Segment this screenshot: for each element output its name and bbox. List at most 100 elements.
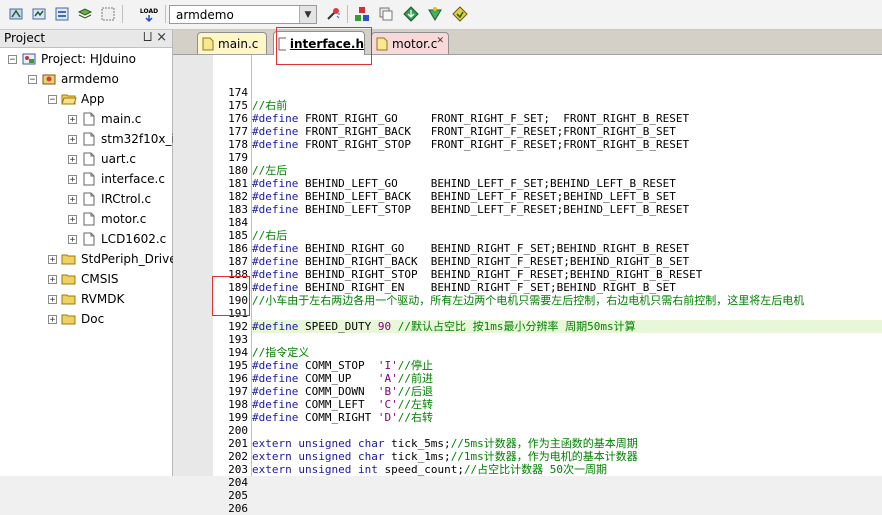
pack-installer-icon[interactable] (425, 4, 445, 24)
line-number: 195 (228, 359, 248, 372)
tree-item-label: interface.c (101, 172, 165, 186)
code-token: //右后 (252, 229, 288, 242)
code-token: 90 (377, 320, 392, 333)
line-number: 192 (228, 320, 248, 333)
batch-build-icon[interactable] (52, 4, 72, 24)
tree-item[interactable]: + CMSIS (48, 270, 119, 288)
translate-icon[interactable] (98, 4, 118, 24)
code-token: //默认占空比 按1ms最小分辨率 周期50ms计算 (397, 320, 636, 333)
code-token: COMM_DOWN (298, 385, 378, 398)
tab-main-c[interactable]: main.c (197, 32, 267, 54)
collapse-icon[interactable]: − (28, 74, 37, 84)
close-icon[interactable]: ✕ (436, 36, 444, 46)
build-icon[interactable] (6, 4, 26, 24)
tree-item-label: RVMDK (81, 292, 125, 306)
code-token: #define (252, 112, 299, 125)
expand-icon[interactable]: + (48, 314, 57, 324)
tree-item-label: stm32f10x_i (101, 132, 175, 146)
expand-icon[interactable]: + (48, 294, 57, 304)
diamond-icon[interactable] (401, 4, 421, 24)
code-token: #define (252, 177, 299, 190)
line-number: 184 (228, 216, 248, 229)
code-line: #define BEHIND_RIGHT_EN BEHIND_RIGHT_F_S… (252, 281, 676, 294)
pin-icon[interactable]: ⨆ (143, 30, 152, 44)
expand-icon[interactable]: + (68, 174, 77, 184)
tree-item[interactable]: + interface.c (68, 170, 165, 188)
line-numbers: 174 175 176 177 178 179 180 181 182 183 184 185 186 1… (213, 55, 252, 515)
tree-item[interactable]: + IRCtrol.c (68, 190, 151, 208)
load-button[interactable]: LOAD (137, 4, 161, 24)
stack-icon[interactable] (75, 4, 95, 24)
tree-item[interactable]: + stm32f10x_i (68, 130, 175, 148)
target-options-icon[interactable] (323, 4, 343, 24)
code-token: //右前 (252, 99, 288, 112)
file-icon (376, 37, 388, 50)
tree-item[interactable]: + motor.c (68, 210, 146, 228)
code-token: tick_1ms; (384, 450, 451, 463)
file-icon (81, 172, 97, 186)
code-line: #define COMM_DOWN 'B'//后退 (252, 385, 433, 398)
chevron-down-icon[interactable]: ▼ (299, 6, 316, 23)
line-number: 186 (228, 242, 248, 255)
collapse-icon[interactable]: − (48, 94, 57, 104)
target-select[interactable]: armdemo ▼ (169, 5, 317, 24)
code-token: #define (252, 138, 299, 151)
expand-icon[interactable]: + (48, 274, 57, 284)
code-token: #define (252, 372, 299, 385)
code-token: //左转 (397, 398, 433, 411)
code-line: #define COMM_RIGHT 'D'//右转 (252, 411, 433, 424)
collapse-icon[interactable]: − (8, 54, 17, 64)
tree-item[interactable]: + RVMDK (48, 290, 124, 308)
manage-components-icon[interactable] (352, 4, 372, 24)
tree-item[interactable]: − armdemo (28, 70, 119, 88)
rebuild-icon[interactable] (29, 4, 49, 24)
expand-icon[interactable]: + (68, 154, 77, 164)
code-token: #define (252, 320, 299, 333)
code-line: extern unsigned int speed_count;//占空比计数器… (252, 463, 607, 476)
line-number: 188 (228, 268, 248, 281)
code-line: #define SPEED_DUTY 90 //默认占空比 按1ms最小分辨率 … (252, 320, 882, 333)
tree-item[interactable]: − Project: HJduino (8, 50, 136, 68)
code-token: //1ms计数器，作为电机的基本计数器 (450, 450, 638, 463)
file-icon (81, 212, 97, 226)
code-line: #define COMM_UP 'A'//前进 (252, 372, 433, 385)
code-line: #define FRONT_RIGHT_STOP FRONT_RIGHT_F_R… (252, 138, 689, 151)
expand-icon[interactable]: + (68, 194, 77, 204)
line-number: 199 (228, 411, 248, 424)
expand-icon[interactable]: + (68, 234, 77, 244)
code-token: BEHIND_RIGHT_GO BEHIND_RIGHT_F_SET;BEHIN… (298, 242, 690, 255)
close-icon[interactable]: × (156, 30, 167, 45)
tree-item[interactable]: + main.c (68, 110, 141, 128)
line-number: 187 (228, 255, 248, 268)
code-token: #define (252, 242, 299, 255)
file-extensions-icon[interactable] (376, 4, 396, 24)
tab-interface-h[interactable]: interface.h (273, 31, 365, 55)
select-packs-icon[interactable] (450, 4, 470, 24)
tree-item[interactable]: + StdPeriph_Drive (48, 250, 177, 268)
tree-item[interactable]: − App (48, 90, 104, 108)
tree-item[interactable]: + uart.c (68, 150, 136, 168)
expand-icon[interactable]: + (48, 254, 57, 264)
tree-item[interactable]: + LCD1602.c (68, 230, 166, 248)
code-token: //指令定义 (252, 346, 310, 359)
expand-icon[interactable]: + (68, 114, 77, 124)
code-line: #define FRONT_RIGHT_GO FRONT_RIGHT_F_SET… (252, 112, 689, 125)
code-token: //前进 (397, 372, 433, 385)
code-line: #define BEHIND_LEFT_BACK BEHIND_LEFT_F_R… (252, 190, 676, 203)
tab-motor-c[interactable]: motor.c ✕ (371, 32, 449, 54)
folder-open-icon (61, 92, 77, 106)
tab-interface-h-label: interface.h (289, 36, 364, 51)
code-token: BEHIND_RIGHT_EN BEHIND_RIGHT_F_SET;BEHIN… (298, 281, 676, 294)
line-number: 179 (228, 151, 248, 164)
code-token: FRONT_RIGHT_STOP FRONT_RIGHT_F_RESET;FRO… (298, 138, 690, 151)
project-panel: Project ⨆ × − Project: HJduino − armdemo − Ap… (0, 30, 177, 476)
code-line: //右前 (252, 99, 287, 112)
expand-icon[interactable]: + (68, 134, 77, 144)
line-number: 205 (228, 489, 248, 502)
expand-icon[interactable]: + (68, 214, 77, 224)
code-area[interactable]: //右前 #define FRONT_RIGHT_GO FRONT_RIGHT_F… (252, 55, 882, 476)
code-token: FRONT_RIGHT_BACK FRONT_RIGHT_F_RESET;FRO… (298, 125, 676, 138)
tree-item[interactable]: + Doc (48, 310, 104, 328)
code-token: #define (252, 359, 299, 372)
file-icon (81, 132, 97, 146)
